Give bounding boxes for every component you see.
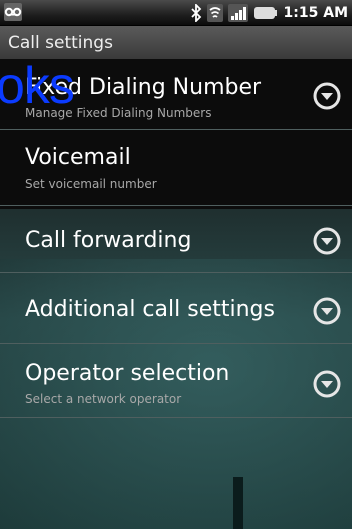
item-title: Additional call settings — [25, 297, 275, 322]
item-title: Voicemail — [25, 145, 131, 170]
chevron-down-icon — [313, 370, 341, 398]
status-bar: 1:15 AM — [0, 0, 352, 26]
wifi-icon — [206, 3, 223, 22]
list-item-operator-selection[interactable]: Operator selection Select a network oper… — [0, 344, 352, 417]
item-subtitle: Set voicemail number — [25, 177, 157, 191]
list-item-call-forwarding[interactable]: Call forwarding — [0, 209, 352, 269]
chevron-down-icon — [313, 297, 341, 325]
chevron-down-icon — [313, 227, 341, 255]
divider — [0, 417, 352, 418]
overlay-text: oks — [0, 57, 75, 115]
divider — [0, 205, 352, 206]
item-title: Operator selection — [25, 361, 230, 386]
page-title: Call settings — [8, 33, 113, 53]
status-time: 1:15 AM — [283, 4, 348, 21]
chevron-down-icon — [313, 82, 341, 110]
list-item-additional-settings[interactable]: Additional call settings — [0, 273, 352, 343]
voicemail-icon — [4, 3, 22, 21]
signal-icon — [227, 3, 248, 22]
list-item-voicemail[interactable]: Voicemail Set voicemail number — [0, 130, 352, 205]
settings-list: Fixed Dialing Number Manage Fixed Dialin… — [0, 59, 352, 529]
title-bar: Call settings — [0, 26, 352, 59]
bluetooth-icon — [190, 3, 201, 22]
item-title: Call forwarding — [25, 228, 192, 253]
battery-icon — [253, 6, 277, 19]
wallpaper-shape — [233, 477, 243, 529]
item-subtitle: Select a network operator — [25, 392, 182, 406]
